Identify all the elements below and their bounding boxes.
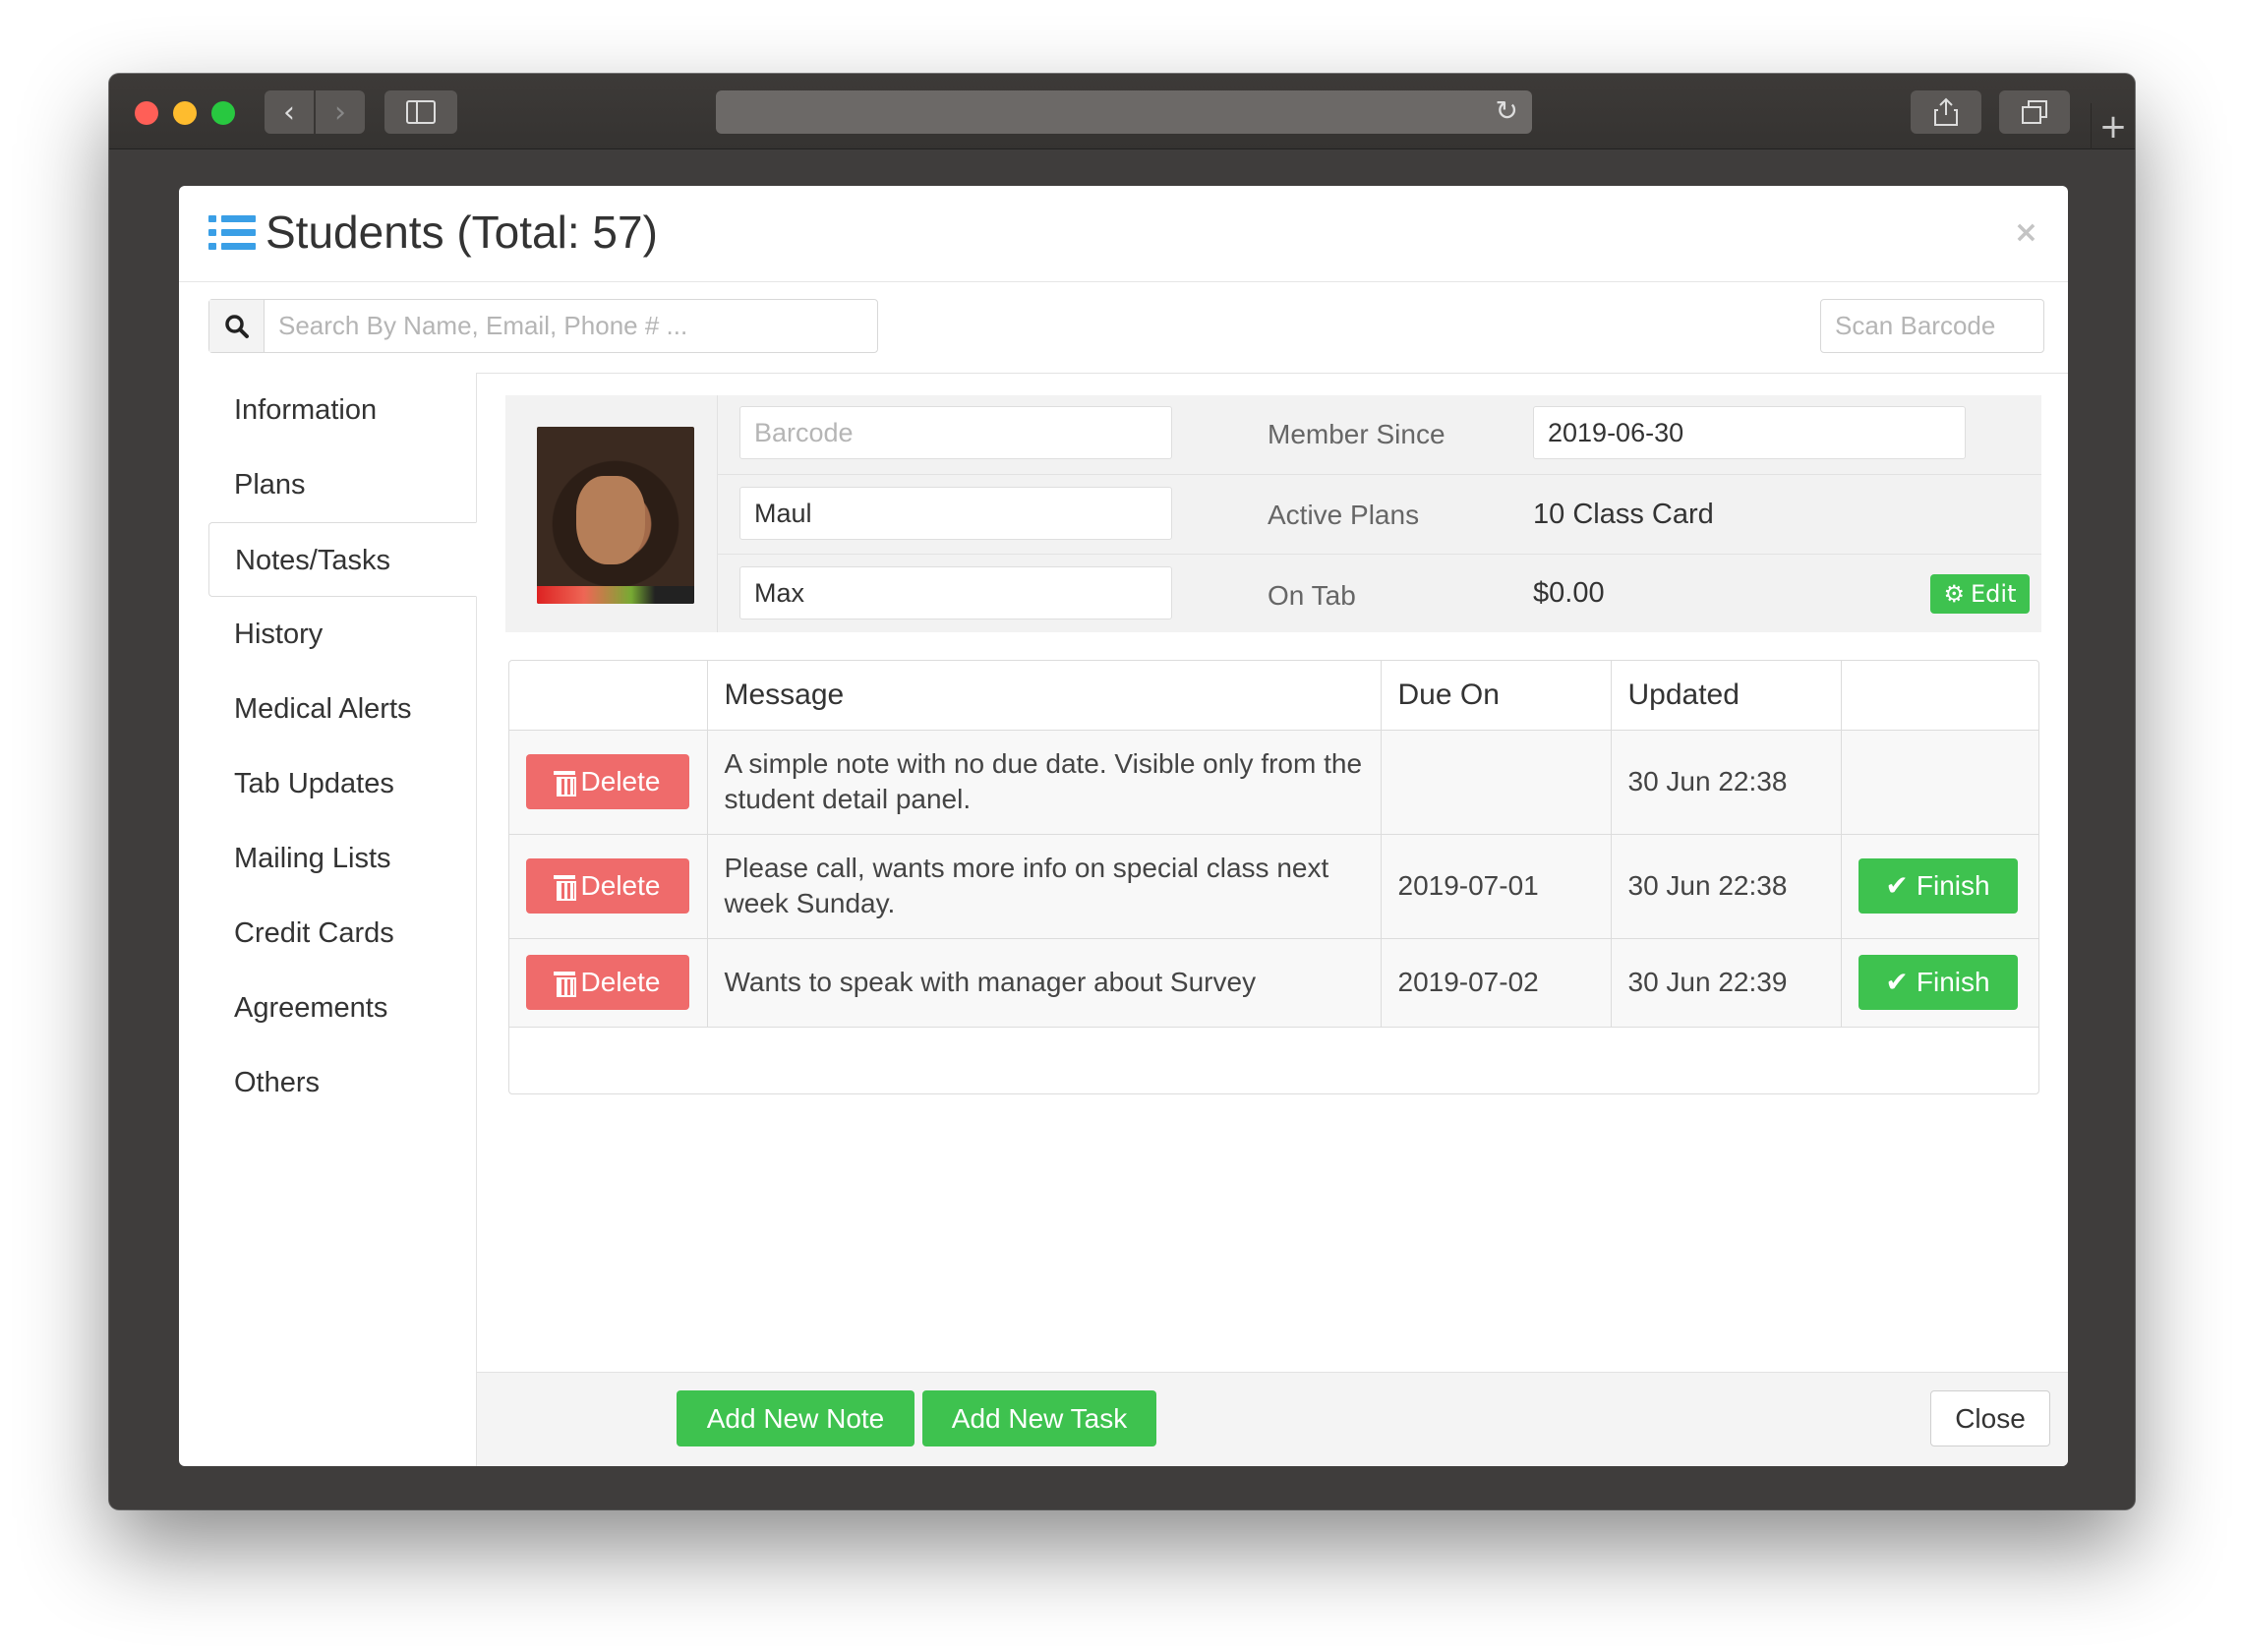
close-icon[interactable]: × (2014, 215, 2038, 250)
nav-item-mailing-lists[interactable]: Mailing Lists (208, 821, 476, 896)
due-on-cell: 2019-07-01 (1381, 834, 1612, 939)
nav-item-others[interactable]: Others (208, 1045, 476, 1120)
message-cell: Please call, wants more info on special … (707, 834, 1382, 939)
close-button[interactable]: Close (1930, 1390, 2050, 1446)
chevron-right-icon[interactable]: › (316, 90, 365, 134)
check-icon: ✔ (1885, 870, 1909, 901)
student-card: Member Since Active Plans 10 Class Card … (505, 395, 2041, 632)
trash-icon (553, 972, 576, 997)
minimize-window-button[interactable] (173, 101, 197, 125)
modal-header: Students (Total: 57) × (179, 186, 2068, 282)
gear-icon: ⚙ (1943, 580, 1966, 608)
students-modal: Students (Total: 57) × Information Plans… (179, 186, 2068, 1466)
search-input[interactable] (265, 300, 877, 352)
finish-cell (1841, 730, 2038, 835)
scan-barcode-input[interactable] (1820, 299, 2044, 353)
finish-button[interactable]: ✔ Finish (1858, 858, 2018, 914)
reload-icon[interactable]: ↻ (1496, 94, 1518, 127)
first-name-field[interactable] (739, 487, 1172, 540)
finish-button-label: Finish (1916, 967, 1990, 997)
delete-button[interactable]: Delete (526, 858, 689, 914)
check-icon: ✔ (1885, 967, 1909, 997)
table-row: Delete A simple note with no due date. V… (509, 730, 2038, 835)
column-header-message: Message (707, 661, 1382, 731)
nav-item-tab-updates[interactable]: Tab Updates (208, 746, 476, 821)
delete-button[interactable]: Delete (526, 955, 689, 1010)
sidebar-toggle-icon[interactable] (384, 90, 457, 134)
message-cell: A simple note with no due date. Visible … (707, 730, 1382, 835)
nav-item-history[interactable]: History (208, 597, 476, 672)
list-icon (208, 213, 256, 253)
delete-button-label: Delete (580, 870, 661, 901)
message-cell: Wants to speak with manager about Survey (707, 938, 1382, 1028)
share-icon[interactable] (1911, 90, 1981, 134)
plus-icon[interactable]: + (2091, 103, 2135, 149)
modal-footer: Add New Note Add New Task Close (477, 1372, 2068, 1466)
tabs-icon[interactable] (1999, 90, 2070, 134)
content-divider (477, 373, 2068, 374)
column-header-due-on: Due On (1381, 661, 1612, 731)
status-bar (537, 586, 694, 604)
trash-icon (553, 771, 576, 796)
add-new-task-button[interactable]: Add New Task (922, 1390, 1156, 1446)
table-row: Delete Please call, wants more info on s… (509, 834, 2038, 939)
member-since-field[interactable] (1533, 406, 1966, 459)
edit-button-label: Edit (1971, 580, 2017, 608)
table-row: Delete Wants to speak with manager about… (509, 938, 2038, 1028)
nav-item-agreements[interactable]: Agreements (208, 971, 476, 1045)
table-header-row: Message Due On Updated (509, 661, 2038, 731)
column-header-actions (509, 661, 708, 731)
member-since-label: Member Since (1268, 419, 1446, 449)
trash-icon (553, 875, 576, 901)
active-plans-label: Active Plans (1268, 500, 1420, 530)
column-header-finish (1841, 661, 2038, 731)
due-on-cell (1381, 730, 1612, 835)
search-icon (209, 300, 265, 352)
maximize-window-button[interactable] (211, 101, 235, 125)
search-group (208, 299, 878, 353)
finish-button[interactable]: ✔ Finish (1858, 955, 2018, 1010)
due-on-cell: 2019-07-02 (1381, 938, 1612, 1028)
barcode-field[interactable] (739, 406, 1172, 459)
add-new-note-button[interactable]: Add New Note (677, 1390, 914, 1446)
nav-item-information[interactable]: Information (208, 373, 476, 447)
updated-cell: 30 Jun 22:39 (1611, 938, 1842, 1028)
close-window-button[interactable] (135, 101, 158, 125)
delete-button[interactable]: Delete (526, 754, 689, 809)
updated-cell: 30 Jun 22:38 (1611, 730, 1842, 835)
chevron-left-icon[interactable]: ‹ (265, 90, 314, 134)
updated-cell: 30 Jun 22:38 (1611, 834, 1842, 939)
address-bar[interactable]: ↻ (716, 90, 1532, 134)
modal-title: Students (Total: 57) (266, 206, 658, 258)
edit-button[interactable]: ⚙ Edit (1930, 574, 2030, 614)
active-plans-value: 10 Class Card (1533, 499, 1714, 530)
browser-titlebar: ‹ › ↻ + (109, 74, 2135, 149)
on-tab-value: $0.00 (1533, 577, 1605, 609)
nav-item-plans[interactable]: Plans (208, 447, 476, 522)
nav-item-credit-cards[interactable]: Credit Cards (208, 896, 476, 971)
nav-item-medical-alerts[interactable]: Medical Alerts (208, 672, 476, 746)
column-header-updated: Updated (1611, 661, 1842, 731)
delete-button-label: Delete (580, 766, 661, 796)
delete-button-label: Delete (580, 967, 661, 997)
side-nav: Information Plans Notes/Tasks History Me… (208, 373, 477, 1466)
avatar (537, 427, 694, 604)
tasks-table: Message Due On Updated Delete A simple n… (508, 660, 2039, 1094)
last-name-field[interactable] (739, 566, 1172, 620)
on-tab-label: On Tab (1268, 580, 1356, 611)
nav-item-notes-tasks[interactable]: Notes/Tasks (208, 522, 477, 597)
finish-button-label: Finish (1916, 870, 1990, 901)
